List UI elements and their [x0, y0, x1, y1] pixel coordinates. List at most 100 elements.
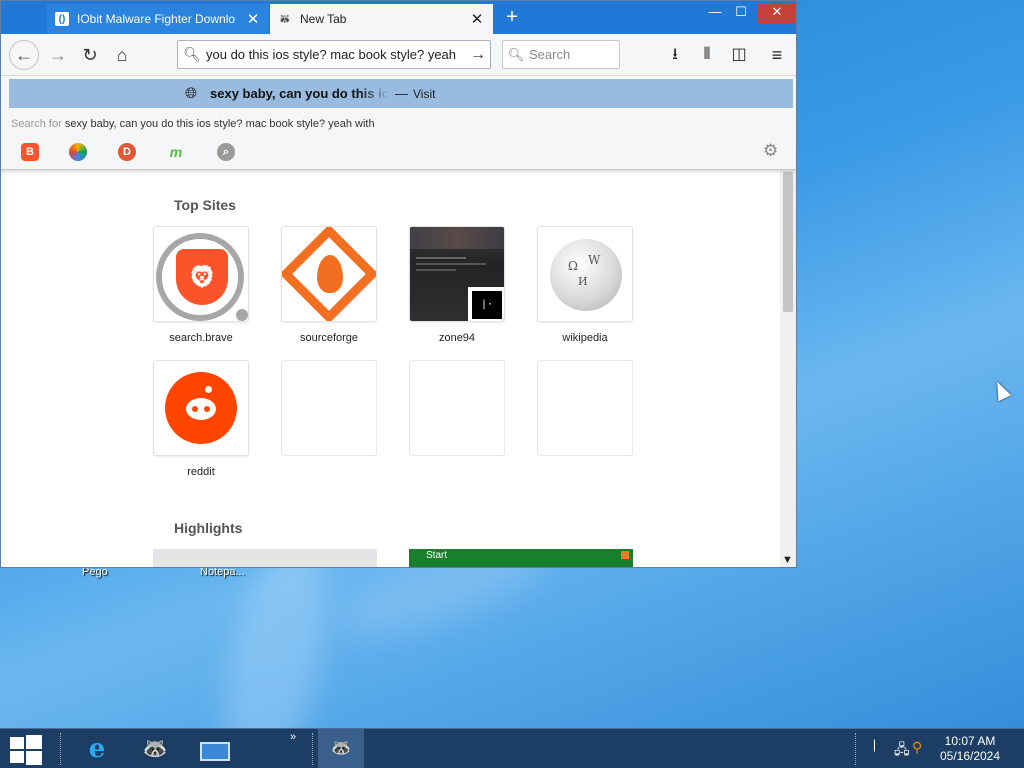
search-for-prefix: Search for: [11, 118, 62, 130]
top-site-empty[interactable]: [281, 360, 377, 456]
globe-icon: 🌐︎: [185, 85, 198, 102]
top-site-zone94[interactable]: |· ·|: [409, 226, 505, 322]
tab-strip: () IObit Malware Fighter Downlo ✕ 🦝 New …: [1, 1, 796, 34]
desktop-icon[interactable]: [198, 733, 232, 765]
forward-button[interactable]: →: [43, 40, 73, 70]
overflow-chevron-icon[interactable]: »: [290, 731, 296, 743]
page-scrollbar[interactable]: ▼: [780, 170, 796, 567]
iobit-icon: (): [55, 12, 69, 26]
suggestion-dash: —: [395, 86, 408, 101]
start-button[interactable]: [8, 735, 42, 765]
taskbar-browser-button[interactable]: 🦝: [318, 729, 364, 768]
network-icon[interactable]: 🖧︎: [894, 739, 910, 763]
close-tab-icon[interactable]: ✕: [469, 10, 485, 28]
downloads-icon[interactable]: ⭳: [661, 40, 689, 70]
highlight-start-label: Start: [426, 550, 448, 561]
suggestion-row[interactable]: 🌐︎ sexy baby, can you do this ic — Visit: [9, 79, 793, 108]
toolbar-grip[interactable]: [312, 733, 315, 765]
mojeek-icon[interactable]: m: [167, 143, 185, 161]
taskbar: e 🦝 » 🦝 ▏ 🖧︎ ⚲ 10:07 AM 05/16/2024: [0, 728, 1024, 768]
tab-title: IObit Malware Fighter Downlo: [77, 12, 236, 26]
top-sites-title: Top Sites: [174, 197, 236, 213]
close-window-button[interactable]: ✕: [758, 3, 796, 23]
search-for-row[interactable]: Search for sexy baby, can you do this io…: [11, 118, 375, 130]
go-arrow-icon[interactable]: →: [466, 46, 490, 64]
brave-lion-icon: 🦁︎: [176, 249, 228, 305]
url-suggestions-dropdown: 🌐︎ sexy baby, can you do this ic — Visit…: [1, 77, 796, 170]
windows-logo-pane: [10, 751, 24, 763]
text-fade: [359, 81, 389, 105]
highlights-title: Highlights: [174, 520, 243, 536]
search-engine-icon[interactable]: ⌕: [217, 143, 235, 161]
highlight-thumb-icon: [621, 551, 629, 559]
navigation-toolbar: ← → ↻ ⌂ 🔍︎ you do this ios style? mac bo…: [1, 34, 796, 76]
search-icon: 🔍︎: [507, 46, 525, 62]
top-site-empty[interactable]: [537, 360, 633, 456]
mouse-cursor-icon: [990, 378, 1012, 402]
top-site-empty[interactable]: [409, 360, 505, 456]
search-icon: 🔍︎: [183, 46, 201, 62]
highlight-card[interactable]: [153, 549, 377, 567]
top-site-label: reddit: [187, 466, 215, 478]
new-tab-page: Top Sites 🦁︎ search.brave sourceforge |·…: [5, 170, 780, 567]
top-site-reddit[interactable]: [153, 360, 249, 456]
toolbar-grip[interactable]: [60, 733, 63, 765]
windows-logo-pane: [26, 735, 42, 749]
tab-new-tab[interactable]: 🦝 New Tab ✕: [270, 4, 493, 34]
close-tab-icon[interactable]: ✕: [245, 10, 261, 28]
top-site-sourceforge[interactable]: [281, 226, 377, 322]
clock-date: 05/16/2024: [939, 749, 1001, 763]
reddit-antenna: [205, 386, 212, 393]
toolbar-grip[interactable]: [855, 733, 858, 765]
home-button[interactable]: ⌂: [107, 40, 137, 70]
highlight-card[interactable]: Start: [409, 549, 633, 567]
windows-logo-pane: [26, 751, 42, 765]
clock-time: 10:07 AM: [944, 734, 996, 748]
windows-logo-pane: [10, 737, 24, 749]
reddit-icon: [165, 372, 237, 444]
search-tray-icon[interactable]: ⚲: [912, 739, 922, 756]
raccoon-icon: 🦝: [278, 13, 292, 25]
reload-button[interactable]: ↻: [75, 40, 105, 70]
system-clock[interactable]: 10:07 AM 05/16/2024: [930, 734, 1010, 764]
url-bar[interactable]: 🔍︎ you do this ios style? mac book style…: [177, 40, 491, 69]
top-site-label: zone94: [438, 332, 476, 344]
sidebar-icon[interactable]: ◫: [725, 40, 753, 70]
reddit-face: [186, 398, 216, 420]
search-box[interactable]: 🔍︎ Search: [502, 40, 620, 69]
raccoon-browser-icon[interactable]: 🦝: [138, 733, 172, 765]
duckduckgo-icon[interactable]: D: [118, 143, 136, 161]
scrollbar-thumb[interactable]: [783, 172, 793, 312]
top-site-wikipedia[interactable]: Ω W И: [537, 226, 633, 322]
brave-icon[interactable]: B: [21, 143, 39, 161]
top-site-label: sourceforge: [299, 332, 359, 344]
one-off-search-engines: B D m ⌕ ⚙: [1, 139, 796, 169]
internet-explorer-icon[interactable]: e: [80, 733, 114, 765]
minimize-button[interactable]: —: [701, 3, 729, 23]
sourceforge-flame: [317, 255, 343, 293]
url-input[interactable]: you do this ios style? mac book style? y…: [206, 47, 466, 62]
search-for-query: sexy baby, can you do this ios style? ma…: [64, 118, 375, 130]
browser-window: () IObit Malware Fighter Downlo ✕ 🦝 New …: [0, 0, 797, 568]
top-site-search-brave[interactable]: 🦁︎: [153, 226, 249, 322]
tab-title: New Tab: [300, 12, 347, 26]
top-site-label: search.brave: [169, 332, 233, 344]
menu-icon[interactable]: ≡: [763, 40, 791, 70]
library-icon[interactable]: ⫴: [693, 40, 721, 70]
zone94-favicon: |· ·|: [468, 287, 504, 321]
scroll-down-arrow-icon[interactable]: ▼: [782, 554, 793, 566]
maximize-button[interactable]: ☐: [727, 3, 755, 23]
pin-dot: [236, 309, 248, 321]
back-button[interactable]: ←: [9, 40, 39, 70]
visit-label: Visit: [413, 87, 436, 101]
zone94-text-line: [416, 257, 466, 259]
qwant-icon[interactable]: [69, 143, 87, 161]
gear-icon[interactable]: ⚙: [763, 141, 778, 161]
tab-iobit[interactable]: () IObit Malware Fighter Downlo ✕: [47, 4, 269, 34]
tray-arrow-icon[interactable]: ▏: [874, 741, 882, 752]
new-tab-button[interactable]: +: [499, 5, 525, 31]
zone94-header: [410, 227, 504, 249]
top-site-label: wikipedia: [562, 332, 608, 344]
zone94-text-line: [416, 263, 486, 265]
search-placeholder: Search: [529, 47, 571, 62]
